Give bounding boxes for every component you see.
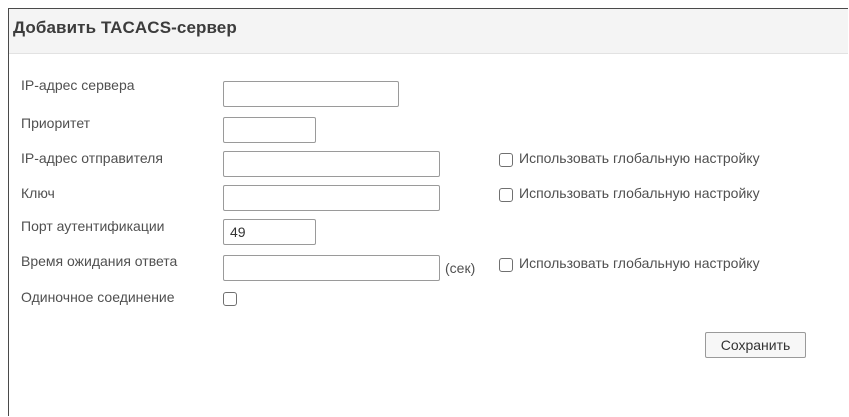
timeout-unit: (сек) — [445, 260, 476, 276]
panel-header: Добавить TACACS-сервер — [9, 9, 848, 54]
sender-ip-use-global-checkbox[interactable] — [499, 153, 513, 167]
priority-label: Приоритет — [21, 115, 91, 131]
sender-ip-label: IP-адрес отправителя — [21, 150, 163, 166]
sender-ip-input[interactable] — [223, 151, 440, 177]
timeout-use-global-label: Использовать глобальную настройку — [519, 255, 760, 271]
timeout-input[interactable] — [223, 255, 440, 281]
single-connection-checkbox[interactable] — [223, 292, 237, 306]
page-title: Добавить TACACS-сервер — [13, 18, 237, 37]
add-tacacs-server-panel: Добавить TACACS-сервер IP-адрес сервера … — [8, 8, 848, 416]
key-label: Ключ — [21, 185, 55, 201]
single-connection-label: Одиночное соединение — [21, 289, 175, 305]
timeout-label: Время ожидания ответа — [21, 253, 178, 269]
auth-port-input[interactable]: 49 — [223, 219, 316, 245]
priority-input[interactable] — [223, 117, 316, 143]
key-use-global-label: Использовать глобальную настройку — [519, 185, 760, 201]
timeout-use-global-checkbox[interactable] — [499, 258, 513, 272]
key-input[interactable] — [223, 185, 440, 211]
auth-port-label: Порт аутентификации — [21, 218, 165, 234]
server-ip-input[interactable] — [223, 81, 399, 107]
server-ip-label: IP-адрес сервера — [21, 77, 135, 93]
key-use-global-checkbox[interactable] — [499, 188, 513, 202]
sender-ip-use-global-label: Использовать глобальную настройку — [519, 150, 760, 166]
save-button[interactable]: Сохранить — [705, 332, 806, 358]
